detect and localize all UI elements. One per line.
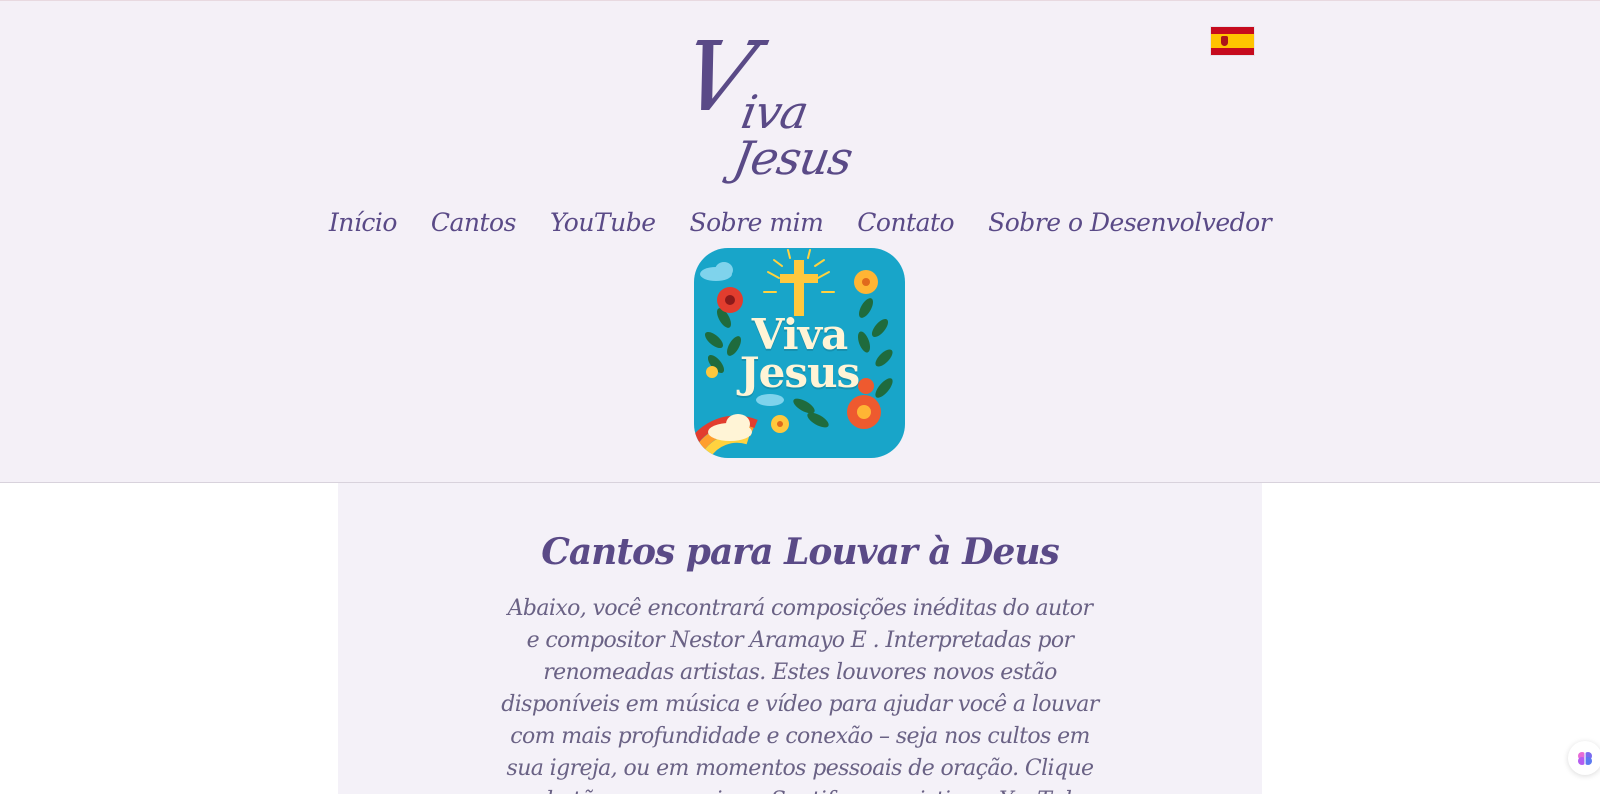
floating-widget-button[interactable] xyxy=(1568,741,1600,775)
nav-cantos[interactable]: Cantos xyxy=(431,203,517,243)
brain-icon xyxy=(1578,752,1592,765)
nav-contato[interactable]: Contato xyxy=(857,203,954,243)
language-switch-spanish[interactable] xyxy=(1211,27,1254,55)
nav-youtube[interactable]: YouTube xyxy=(550,203,656,243)
viva-jesus-app-icon: Viva Jesus xyxy=(694,248,905,458)
flag-stripe xyxy=(1211,27,1254,34)
page-title: Cantos para Louvar à Deus xyxy=(541,531,1060,573)
app-icon-title-line2: Jesus xyxy=(739,348,860,397)
site-logo[interactable]: V iva Jesus xyxy=(672,21,920,185)
nav-sobre-desenvolvedor[interactable]: Sobre o Desenvolvedor xyxy=(988,203,1272,243)
page: V iva Jesus Início Cantos YouTube Sobre … xyxy=(0,0,1600,794)
page-description: Abaixo, você encontrará composições inéd… xyxy=(501,596,1099,794)
nav-inicio[interactable]: Início xyxy=(329,203,398,243)
flag-stripe xyxy=(1211,34,1254,48)
main-content: Cantos para Louvar à Deus Abaixo, você e… xyxy=(338,483,1262,794)
site-header: V iva Jesus Início Cantos YouTube Sobre … xyxy=(0,0,1600,483)
main-nav: Início Cantos YouTube Sobre mim Contato … xyxy=(0,203,1600,243)
flag-stripe xyxy=(1211,48,1254,55)
logo-text: iva Jesus xyxy=(729,85,857,185)
coat-of-arms-icon xyxy=(1221,36,1228,46)
nav-sobre-mim[interactable]: Sobre mim xyxy=(690,203,824,243)
